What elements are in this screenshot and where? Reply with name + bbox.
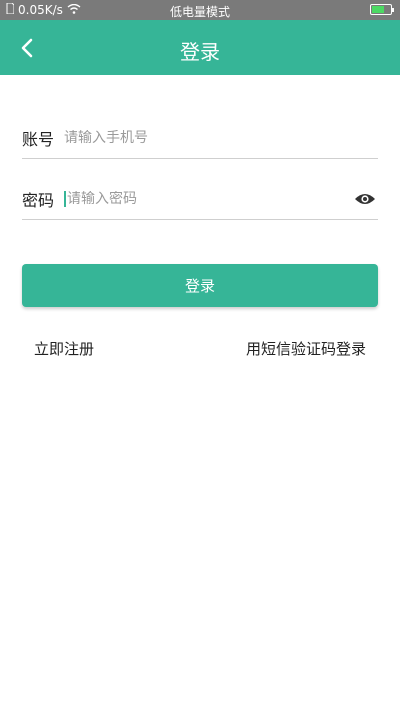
account-field-row: 账号 — [22, 117, 378, 159]
sms-login-link[interactable]: 用短信验证码登录 — [246, 338, 366, 359]
power-mode-text: 低电量模式 — [169, 5, 230, 19]
login-button[interactable]: 登录 — [22, 264, 378, 307]
password-input[interactable] — [67, 190, 352, 207]
status-bar: 0.05K/s 低电量模式 — [0, 0, 400, 20]
password-label: 密码 — [22, 190, 55, 210]
account-input[interactable] — [64, 129, 378, 146]
password-field-row: 密码 — [22, 178, 378, 220]
battery-charging-icon — [370, 4, 394, 15]
show-password-toggle[interactable] — [352, 186, 378, 212]
account-label: 账号 — [22, 129, 55, 149]
eye-icon — [355, 193, 375, 204]
text-cursor — [64, 190, 66, 207]
app-bar: 登录 — [0, 20, 400, 75]
page-title: 登录 — [180, 40, 220, 64]
register-link[interactable]: 立即注册 — [34, 338, 94, 359]
